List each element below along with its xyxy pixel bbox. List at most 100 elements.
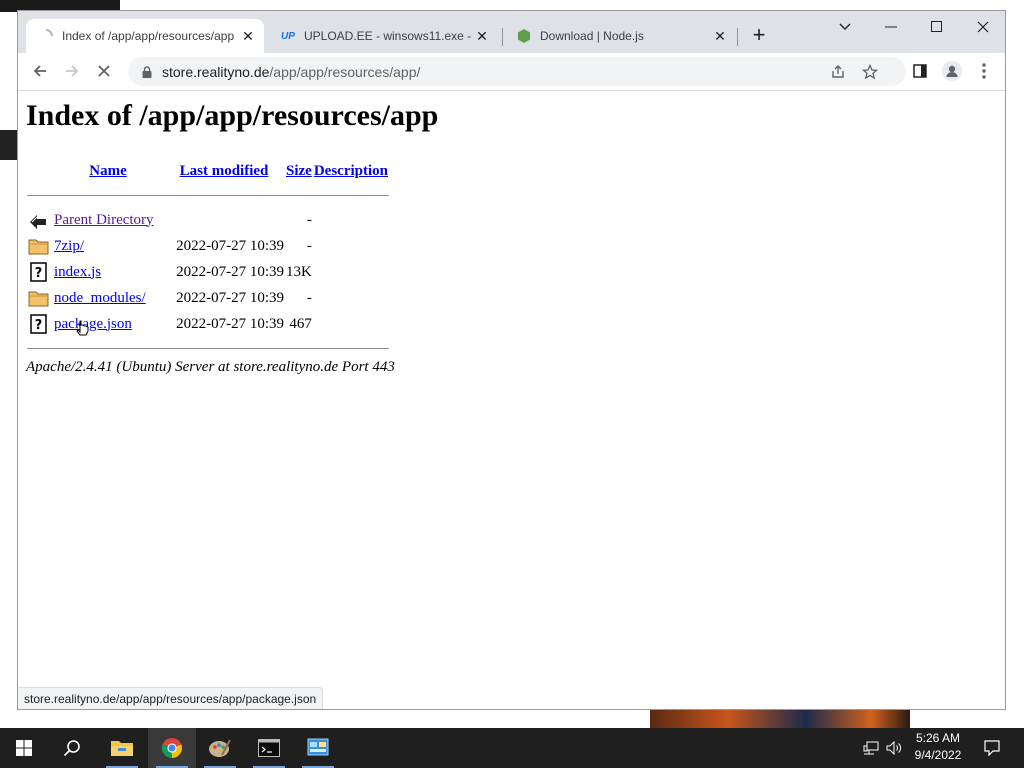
- taskbar-chrome[interactable]: [148, 728, 196, 768]
- size-cell: -: [306, 211, 312, 228]
- page-title: Index of /app/app/resources/app: [26, 99, 439, 132]
- sort-by-size-link[interactable]: Size: [286, 163, 312, 179]
- file-link-index-js[interactable]: index.js: [54, 264, 101, 280]
- table-row: ? index.js 2022-07-27 10:39 13K: [27, 259, 389, 285]
- control-panel-icon: [307, 738, 329, 756]
- tab-separator: [502, 28, 503, 46]
- modified-cell: 2022-07-27 10:39: [176, 289, 284, 306]
- tab-close-icon[interactable]: ✕: [710, 26, 730, 46]
- star-icon: [862, 64, 878, 80]
- new-tab-button[interactable]: +: [748, 24, 770, 47]
- close-window-button[interactable]: [960, 14, 1005, 40]
- folder-icon: [28, 239, 49, 255]
- description-cell: [313, 233, 389, 259]
- status-bar: store.realityno.de/app/app/resources/app…: [18, 687, 324, 709]
- tab-title: Download | Node.js: [540, 29, 644, 43]
- search-button[interactable]: [48, 728, 96, 768]
- desktop-wallpaper-fragment: [650, 708, 910, 728]
- upload-ee-icon: UP: [281, 30, 295, 42]
- file-explorer-icon: [111, 741, 133, 756]
- tab-title: UPLOAD.EE - winsows11.exe - Download: [304, 29, 472, 43]
- tab-nodejs[interactable]: Download | Node.js ✕: [504, 19, 736, 53]
- paint-icon: [209, 739, 231, 757]
- clock-date: 9/4/2022: [914, 748, 962, 762]
- file-link-node-modules[interactable]: node_modules/: [54, 290, 146, 306]
- taskbar-clock[interactable]: 5:26 AM 9/4/2022: [905, 730, 971, 766]
- windows-logo-icon: [16, 740, 32, 756]
- desktop-wallpaper-fragment: [0, 130, 18, 160]
- divider-row: [27, 337, 390, 359]
- volume-icon: [886, 741, 901, 755]
- tab-index-of[interactable]: Index of /app/app/resources/app ✕: [26, 19, 264, 53]
- back-button[interactable]: [26, 57, 54, 85]
- divider: [27, 194, 390, 196]
- parent-directory-link[interactable]: Parent Directory: [54, 212, 154, 228]
- tab-upload-ee[interactable]: UP UPLOAD.EE - winsows11.exe - Download …: [268, 19, 498, 53]
- volume-tray-button[interactable]: [883, 728, 905, 768]
- tab-strip: Index of /app/app/resources/app ✕ UP UPL…: [18, 11, 1005, 53]
- loading-spinner-icon: [38, 28, 54, 44]
- modified-cell: [163, 207, 285, 233]
- table-row: node_modules/ 2022-07-27 10:39 -: [27, 285, 389, 311]
- unknown-file-icon: ?: [30, 262, 47, 282]
- tab-close-icon[interactable]: ✕: [472, 26, 492, 46]
- description-cell: [313, 311, 389, 337]
- sort-by-name-link[interactable]: Name: [89, 163, 127, 179]
- menu-button[interactable]: [970, 57, 998, 85]
- size-cell: -: [306, 289, 312, 306]
- browser-window: Index of /app/app/resources/app ✕ UP UPL…: [17, 10, 1006, 710]
- taskbar-file-explorer[interactable]: [98, 728, 146, 768]
- bookmark-button[interactable]: [858, 60, 882, 84]
- forward-button[interactable]: [58, 57, 86, 85]
- taskbar-paint[interactable]: [196, 728, 244, 768]
- description-cell: [313, 207, 389, 233]
- sort-by-modified-link[interactable]: Last modified: [180, 163, 269, 179]
- network-tray-button[interactable]: [860, 728, 882, 768]
- file-link-package-json[interactable]: package.json: [54, 316, 132, 332]
- arrow-left-icon: [33, 65, 46, 77]
- size-cell: 13K: [286, 263, 312, 280]
- sort-by-description-link[interactable]: Description: [314, 163, 388, 179]
- divider-row: [27, 183, 390, 207]
- address-bar[interactable]: store.realityno.de/app/app/resources/app…: [128, 57, 906, 86]
- minimize-button[interactable]: [868, 14, 914, 40]
- modified-cell: 2022-07-27 10:39: [176, 315, 284, 332]
- table-header-row: Name Last modified Size Description: [27, 159, 389, 183]
- taskbar-control-panel[interactable]: [294, 728, 342, 768]
- modified-cell: 2022-07-27 10:39: [176, 237, 284, 254]
- stop-loading-button[interactable]: [90, 57, 118, 85]
- taskbar-terminal[interactable]: [245, 728, 293, 768]
- side-panel-button[interactable]: [906, 57, 934, 85]
- modified-cell: 2022-07-27 10:39: [176, 263, 284, 280]
- page-content: Index of /app/app/resources/app Name Las…: [18, 91, 1005, 691]
- size-cell: 467: [289, 315, 312, 332]
- clock-time: 5:26 AM: [915, 731, 961, 745]
- mouse-pointer-icon: [76, 320, 89, 336]
- tab-separator: [737, 28, 738, 46]
- description-cell: [313, 259, 389, 285]
- network-icon: [863, 741, 879, 755]
- minimize-icon: [885, 26, 897, 28]
- terminal-icon: [258, 739, 280, 757]
- share-button[interactable]: [826, 60, 850, 84]
- parent-directory-icon: [30, 215, 46, 229]
- lock-icon[interactable]: [140, 65, 154, 79]
- svg-text:?: ?: [35, 266, 43, 281]
- tab-title: Index of /app/app/resources/app: [62, 29, 235, 43]
- address-text: store.realityno.de/app/app/resources/app…: [162, 63, 421, 80]
- size-cell: -: [306, 237, 312, 254]
- browser-toolbar: store.realityno.de/app/app/resources/app…: [18, 53, 1005, 91]
- start-button[interactable]: [0, 728, 48, 768]
- file-link-7zip[interactable]: 7zip/: [54, 238, 84, 254]
- maximize-button[interactable]: [914, 14, 960, 40]
- chrome-icon: [161, 738, 182, 759]
- server-signature: Apache/2.4.41 (Ubuntu) Server at store.r…: [26, 359, 395, 375]
- close-icon: [98, 65, 110, 77]
- nodejs-icon: [516, 28, 532, 44]
- avatar-icon: [942, 61, 962, 81]
- profile-button[interactable]: [938, 57, 966, 85]
- tab-close-icon[interactable]: ✕: [238, 26, 258, 46]
- tab-search-button[interactable]: [822, 14, 868, 40]
- notifications-button[interactable]: [980, 728, 1004, 768]
- search-icon: [63, 740, 80, 757]
